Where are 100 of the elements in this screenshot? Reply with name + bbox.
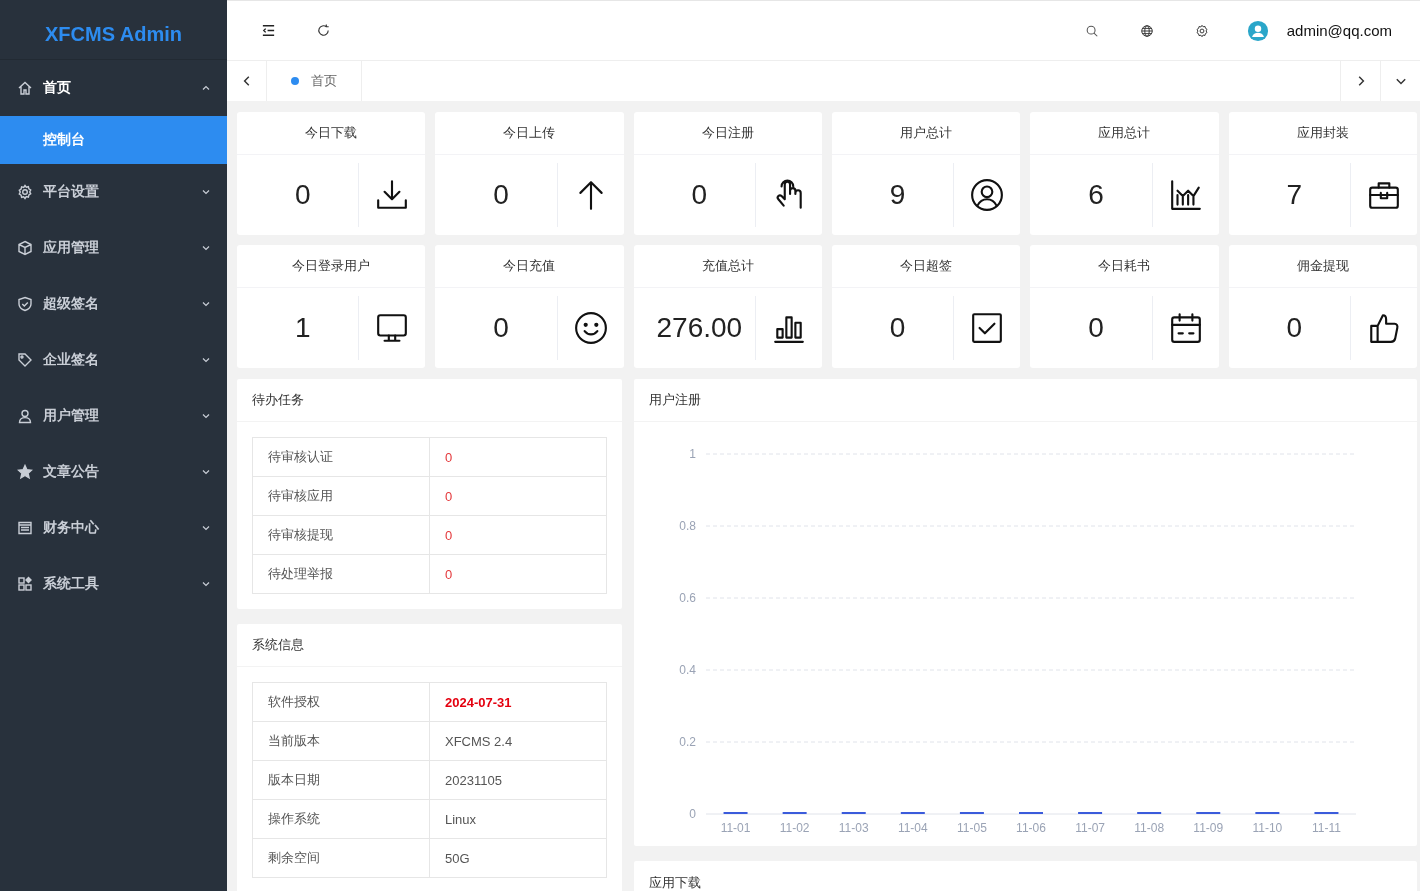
y-tick-label: 0.2 [679, 735, 696, 749]
globe-icon[interactable] [1139, 23, 1154, 38]
menu-item[interactable]: 首页 [0, 60, 227, 116]
table-cell: 版本日期 [252, 760, 430, 800]
table-cell: 待审核提现 [252, 515, 430, 555]
menu-label: 财务中心 [43, 519, 100, 537]
stat-value: 0 [293, 179, 312, 211]
menu-label: 超级签名 [43, 295, 100, 313]
stat-value: 0 [1087, 312, 1105, 344]
x-tick-label: 11-02 [779, 821, 810, 835]
table-cell: 0 [429, 476, 607, 516]
y-tick-label: 0.8 [679, 519, 696, 533]
avatar-icon[interactable] [1246, 19, 1269, 42]
stat-title: 应用总计 [1030, 112, 1219, 155]
menu-item[interactable]: 应用管理 [0, 220, 227, 276]
stat-title: 今日耗书 [1030, 245, 1219, 288]
stat-title: 今日下载 [237, 112, 426, 155]
stat-title: 佣金提现 [1228, 245, 1417, 288]
x-tick-label: 11-10 [1252, 821, 1283, 835]
menu-item[interactable]: 文章公告 [0, 444, 227, 500]
table-cell: 当前版本 [252, 721, 430, 761]
x-tick-label: 11-01 [720, 821, 751, 835]
menu-label: 系统工具 [43, 575, 100, 593]
table-cell: Linux [429, 799, 607, 839]
stat-title: 用户总计 [832, 112, 1021, 155]
thumbs-up-icon [1367, 311, 1401, 345]
stat-title: 今日超签 [832, 245, 1021, 288]
stat-value: 0 [492, 312, 510, 344]
stat-value: 9 [888, 179, 907, 211]
cube-icon [17, 240, 33, 256]
refresh-icon[interactable] [316, 23, 331, 38]
stat-title: 今日充值 [435, 245, 624, 288]
stat-title: 今日登录用户 [237, 245, 426, 288]
y-tick-label: 0 [689, 807, 696, 821]
calendar-icon [17, 520, 33, 536]
x-tick-label: 11-07 [1075, 821, 1105, 835]
download-icon [375, 178, 410, 212]
table-cell: 0 [429, 554, 607, 594]
table-cell: 待处理举报 [252, 554, 430, 594]
user-icon [17, 408, 33, 424]
chart-icon [1168, 178, 1203, 212]
menu-item[interactable]: 用户管理 [0, 388, 227, 444]
table-cell: 0 [429, 515, 607, 555]
search-icon[interactable] [1084, 23, 1099, 38]
stat-value: 0 [888, 312, 907, 344]
menu-label: 应用管理 [43, 239, 100, 257]
stat-value: 1 [293, 312, 312, 344]
x-tick-label: 11-05 [957, 821, 987, 835]
x-tick-label: 11-06 [1016, 821, 1046, 835]
x-tick-label: 11-04 [897, 821, 928, 835]
stat-value: 6 [1087, 179, 1105, 211]
x-tick-label: 11-09 [1193, 821, 1224, 835]
panel-title: 应用下载 [648, 874, 702, 891]
stat-value: 276.00 [655, 312, 744, 344]
table-cell: 待审核应用 [252, 476, 430, 516]
menu-item[interactable]: 超级签名 [0, 276, 227, 332]
stat-title: 今日注册 [633, 112, 822, 155]
stat-value: 0 [1285, 312, 1304, 344]
y-tick-label: 0.6 [679, 591, 696, 605]
menu-item[interactable]: 财务中心 [0, 500, 227, 556]
menu-label: 文章公告 [43, 463, 100, 481]
menu-label: 企业签名 [43, 351, 100, 369]
smiley-icon [573, 311, 608, 345]
table-cell: 剩余空间 [252, 838, 430, 878]
x-tick-label: 11-08 [1134, 821, 1165, 835]
panel-title: 用户注册 [634, 379, 1417, 422]
home-icon [17, 80, 33, 96]
settings-icon [17, 184, 33, 200]
menu-item[interactable]: 企业签名 [0, 332, 227, 388]
table-cell: 软件授权 [252, 682, 430, 722]
stat-value: 0 [690, 179, 709, 211]
x-tick-label: 11-03 [838, 821, 869, 835]
table-cell: XFCMS 2.4 [429, 721, 607, 761]
table-cell: 待审核认证 [252, 437, 430, 477]
settings-icon[interactable] [1194, 23, 1209, 38]
stat-title: 充值总计 [633, 245, 822, 288]
y-tick-label: 0.4 [679, 663, 696, 677]
stat-value: 0 [492, 179, 510, 211]
checkbox-icon [970, 311, 1005, 345]
menu-fold-icon[interactable] [261, 23, 276, 38]
page-tab[interactable]: 首页 [267, 61, 362, 101]
panel-title: 待办任务 [237, 379, 622, 422]
star-icon [17, 464, 33, 480]
user-circle-icon [970, 178, 1005, 212]
menu-item[interactable]: 系统工具 [0, 556, 227, 612]
x-tick-label: 11-11 [1312, 821, 1341, 835]
menu-label: 首页 [43, 79, 72, 97]
tag-icon [17, 352, 33, 368]
table-cell: 20231105 [429, 760, 607, 800]
apps-icon [17, 576, 33, 592]
y-tick-label: 1 [689, 447, 696, 461]
user-email[interactable]: admin@qq.com [1286, 22, 1392, 39]
table-cell: 2024-07-31 [429, 682, 607, 722]
menu-label: 平台设置 [43, 183, 100, 201]
menu-item[interactable]: 平台设置 [0, 164, 227, 220]
menu-label: 用户管理 [43, 407, 100, 425]
table-cell: 操作系统 [252, 799, 430, 839]
calendar-icon [1168, 311, 1203, 345]
table-cell: 0 [429, 437, 607, 477]
shield-icon [17, 296, 33, 312]
